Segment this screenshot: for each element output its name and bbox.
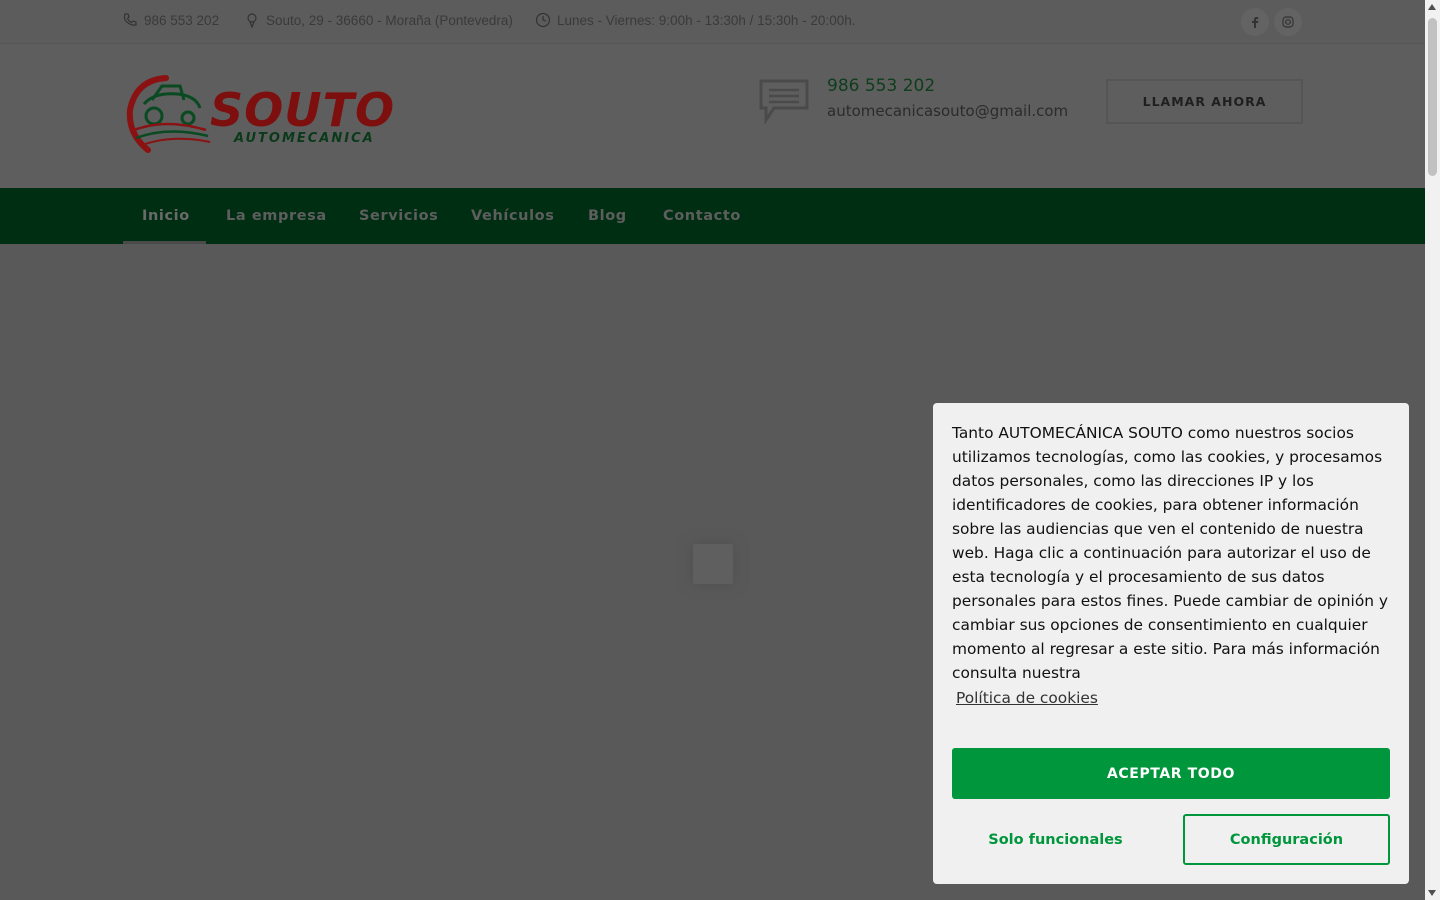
nav-item-inicio[interactable]: Inicio: [142, 188, 190, 244]
topbar-address: Souto, 29 - 36660 - Moraña (Pontevedra): [244, 12, 513, 28]
site-header: SOUTO AUTOMECANICA 986 553 202 automecan…: [0, 44, 1425, 188]
logo-title: SOUTO: [210, 83, 395, 137]
souto-logo[interactable]: SOUTO AUTOMECANICA: [126, 72, 426, 162]
scroll-down-arrow-icon[interactable]: [1428, 890, 1436, 896]
location-pin-icon: [247, 13, 257, 28]
phone-icon: [123, 13, 137, 26]
clock-icon: [535, 12, 551, 28]
topbar-hours: Lunes - Viernes: 9:00h - 13:30h / 15:30h…: [535, 12, 855, 28]
nav-item-contacto[interactable]: Contacto: [663, 188, 741, 244]
page-scrollbar[interactable]: [1425, 0, 1440, 900]
nav-item-la-empresa[interactable]: La empresa: [226, 188, 327, 244]
cookie-settings-button[interactable]: Configuración: [1183, 814, 1390, 865]
nav-active-indicator: [123, 241, 206, 244]
logo-subtitle: AUTOMECANICA: [233, 131, 375, 146]
functional-only-button[interactable]: Solo funcionales: [952, 814, 1159, 865]
nav-item-vehiculos[interactable]: Vehículos: [471, 188, 554, 244]
instagram-link[interactable]: [1274, 8, 1302, 36]
instagram-icon: [1282, 16, 1294, 28]
accept-all-button[interactable]: ACEPTAR TODO: [952, 748, 1390, 799]
cookie-consent-dialog: Tanto AUTOMECÁNICA SOUTO como nuestros s…: [933, 403, 1409, 884]
chat-message-icon: [759, 79, 809, 124]
topbar-phone-text: 986 553 202: [144, 12, 220, 28]
topbar-address-text: Souto, 29 - 36660 - Moraña (Pontevedra): [266, 12, 513, 28]
nav-item-servicios[interactable]: Servicios: [359, 188, 438, 244]
header-phone[interactable]: 986 553 202: [827, 76, 935, 96]
header-email[interactable]: automecanicasouto@gmail.com: [827, 102, 1068, 120]
cookie-policy-link[interactable]: Política de cookies: [956, 689, 1098, 707]
facebook-link[interactable]: [1241, 8, 1269, 36]
facebook-icon: [1252, 17, 1259, 28]
top-info-bar: 986 553 202 Souto, 29 - 36660 - Moraña (…: [0, 0, 1425, 44]
topbar-phone[interactable]: 986 553 202: [122, 12, 219, 28]
cookie-message: Tanto AUTOMECÁNICA SOUTO como nuestros s…: [952, 424, 1389, 682]
page-loader: [693, 544, 733, 584]
nav-item-blog[interactable]: Blog: [588, 188, 627, 244]
scrollbar-thumb[interactable]: [1428, 18, 1437, 176]
main-navigation: Inicio La empresa Servicios Vehículos Bl…: [0, 188, 1425, 244]
call-now-button[interactable]: LLAMAR AHORA: [1106, 79, 1303, 124]
topbar-hours-text: Lunes - Viernes: 9:00h - 13:30h / 15:30h…: [557, 12, 856, 28]
scroll-up-arrow-icon[interactable]: [1428, 4, 1436, 10]
